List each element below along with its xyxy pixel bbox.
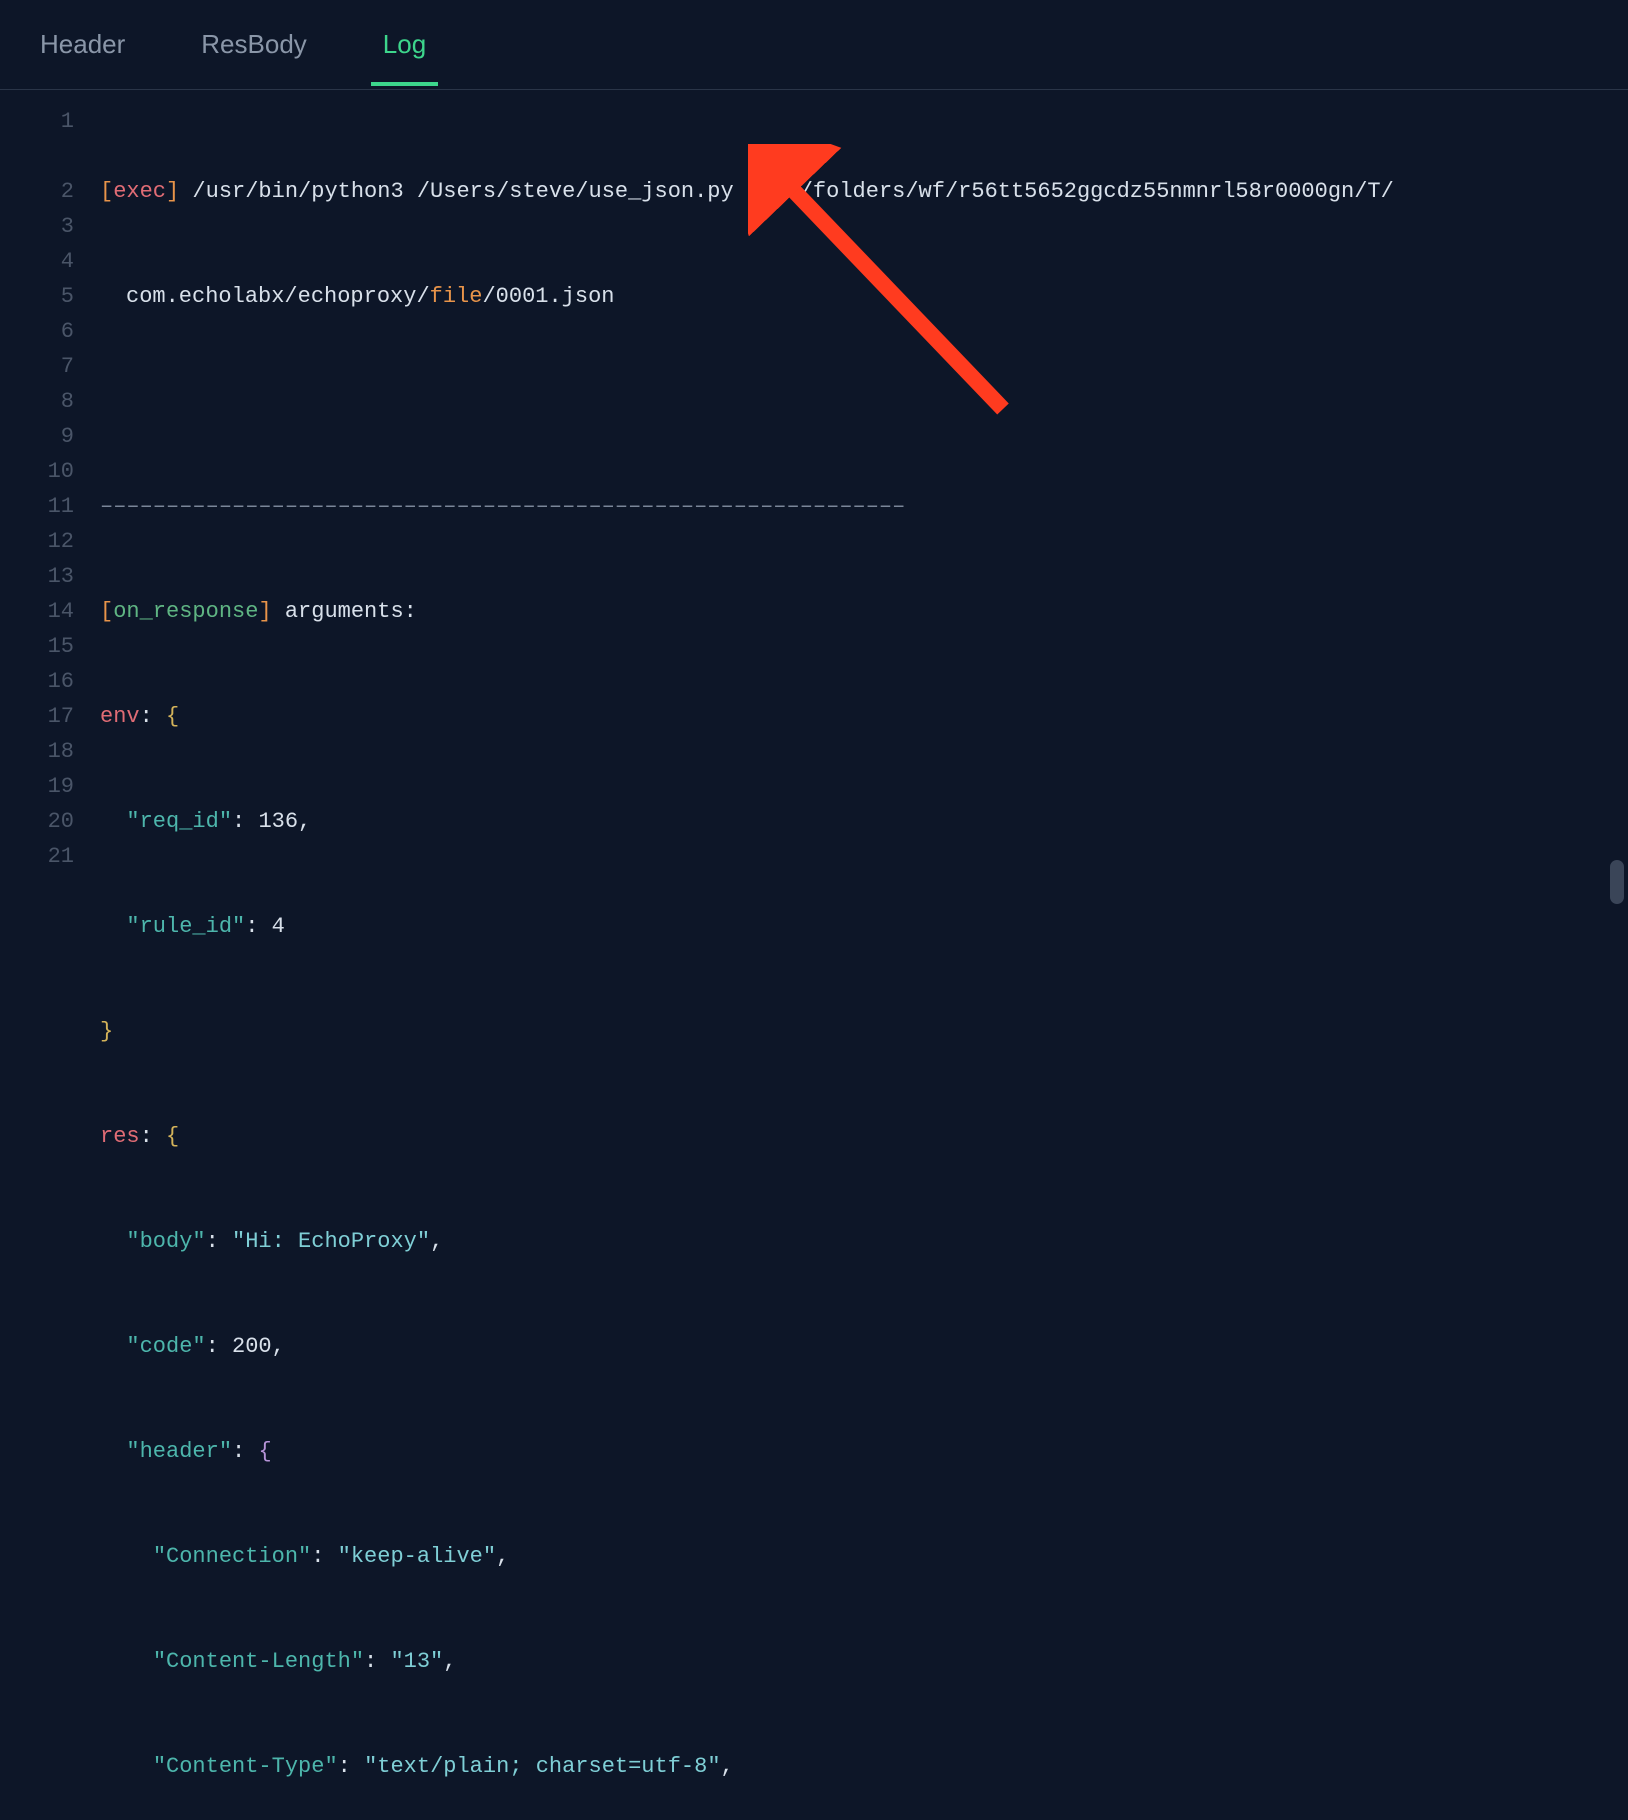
comma: , [298, 809, 311, 834]
line-number: 1 [0, 104, 74, 139]
value: 200 [232, 1334, 272, 1359]
colon: : [232, 809, 258, 834]
line-number: 12 [0, 524, 74, 559]
log-line: res: { [100, 1119, 1588, 1154]
brace: { [258, 1439, 271, 1464]
line-number: 16 [0, 664, 74, 699]
line-number: 2 [0, 174, 74, 209]
colon: : [140, 704, 166, 729]
line-number: 19 [0, 769, 74, 804]
log-line: "body": "Hi: EchoProxy", [100, 1224, 1588, 1259]
tab-resbody[interactable]: ResBody [179, 3, 329, 86]
log-line: } [100, 1014, 1588, 1049]
colon: : [364, 1649, 390, 1674]
comma: , [272, 1334, 285, 1359]
line-number: 9 [0, 419, 74, 454]
key: "Connection" [153, 1544, 311, 1569]
comma: , [443, 1649, 456, 1674]
scrollbar-thumb[interactable] [1610, 860, 1624, 904]
colon: : [140, 1124, 166, 1149]
value: "Hi: EchoProxy" [232, 1229, 430, 1254]
key: "Content-Type" [153, 1754, 338, 1779]
log-line: "rule_id": 4 [100, 909, 1588, 944]
tab-header[interactable]: Header [18, 3, 147, 86]
log-line-wrap: com.echolabx/echoproxy/file/0001.json [100, 279, 1588, 314]
path-text: /folders/wf/r56tt5652ggcdz55nmnrl58r0000… [800, 179, 1394, 204]
value: "text/plain; charset=utf-8" [364, 1754, 720, 1779]
colon: : [311, 1544, 337, 1569]
colon: : [338, 1754, 364, 1779]
line-number: 18 [0, 734, 74, 769]
key: "Content-Length" [153, 1649, 364, 1674]
key: env [100, 704, 140, 729]
value: 4 [272, 914, 285, 939]
log-line: "Content-Length": "13", [100, 1644, 1588, 1679]
line-number: 4 [0, 244, 74, 279]
key: "body" [126, 1229, 205, 1254]
key: "req_id" [126, 809, 232, 834]
comma: , [430, 1229, 443, 1254]
bracket: [ [100, 599, 113, 624]
brace: { [166, 1124, 179, 1149]
value: 136 [258, 809, 298, 834]
line-number: 6 [0, 314, 74, 349]
key: "rule_id" [126, 914, 245, 939]
line-number: 10 [0, 454, 74, 489]
tab-log[interactable]: Log [361, 3, 448, 86]
tab-bar: Header ResBody Log [0, 0, 1628, 90]
line-number: 13 [0, 559, 74, 594]
key: res [100, 1124, 140, 1149]
log-line: env: { [100, 699, 1588, 734]
path-text: /usr/bin/python3 /Users/steve/use_json.p… [179, 179, 760, 204]
exec-tag: exec [113, 179, 166, 204]
line-number: 17 [0, 699, 74, 734]
log-line: "Connection": "keep-alive", [100, 1539, 1588, 1574]
line-number: 5 [0, 279, 74, 314]
path-text: com.echolabx/echoproxy/ [126, 284, 430, 309]
value: "keep-alive" [338, 1544, 496, 1569]
log-line: "code": 200, [100, 1329, 1588, 1364]
log-line: "Content-Type": "text/plain; charset=utf… [100, 1749, 1588, 1784]
comma: , [721, 1754, 734, 1779]
colon: : [232, 1439, 258, 1464]
colon: : [206, 1229, 232, 1254]
brace: } [100, 1019, 113, 1044]
bracket: [ [100, 179, 113, 204]
key: "code" [126, 1334, 205, 1359]
key: "header" [126, 1439, 232, 1464]
line-number: 15 [0, 629, 74, 664]
value: "13" [390, 1649, 443, 1674]
var-keyword: var [760, 179, 800, 204]
line-gutter: 1 2 3 4 5 6 7 8 9 10 11 12 13 14 15 16 1… [0, 104, 100, 1820]
file-keyword: file [430, 284, 483, 309]
text: arguments: [272, 599, 417, 624]
on-response-tag: on_response [113, 599, 258, 624]
log-line: ––––––––––––––––––––––––––––––––––––––––… [100, 489, 1588, 524]
bracket: ] [166, 179, 179, 204]
line-number: 14 [0, 594, 74, 629]
line-number: 7 [0, 349, 74, 384]
path-text: /0001.json [482, 284, 614, 309]
scrollbar[interactable] [1610, 96, 1624, 904]
divider-dashes: ––––––––––––––––––––––––––––––––––––––––… [100, 494, 905, 519]
colon: : [245, 914, 271, 939]
line-number: 3 [0, 209, 74, 244]
line-number: 20 [0, 804, 74, 839]
log-line: "req_id": 136, [100, 804, 1588, 839]
line-number: 11 [0, 489, 74, 524]
log-line: [on_response] arguments: [100, 594, 1588, 629]
log-line: "header": { [100, 1434, 1588, 1469]
comma: , [496, 1544, 509, 1569]
log-line [100, 384, 1588, 419]
code-content[interactable]: [exec] /usr/bin/python3 /Users/steve/use… [100, 104, 1628, 1820]
line-number: 8 [0, 384, 74, 419]
brace: { [166, 704, 179, 729]
line-number: 21 [0, 839, 74, 874]
bracket: ] [258, 599, 271, 624]
colon: : [206, 1334, 232, 1359]
log-line: [exec] /usr/bin/python3 /Users/steve/use… [100, 174, 1588, 209]
line-number [0, 139, 74, 174]
log-editor: 1 2 3 4 5 6 7 8 9 10 11 12 13 14 15 16 1… [0, 90, 1628, 1820]
